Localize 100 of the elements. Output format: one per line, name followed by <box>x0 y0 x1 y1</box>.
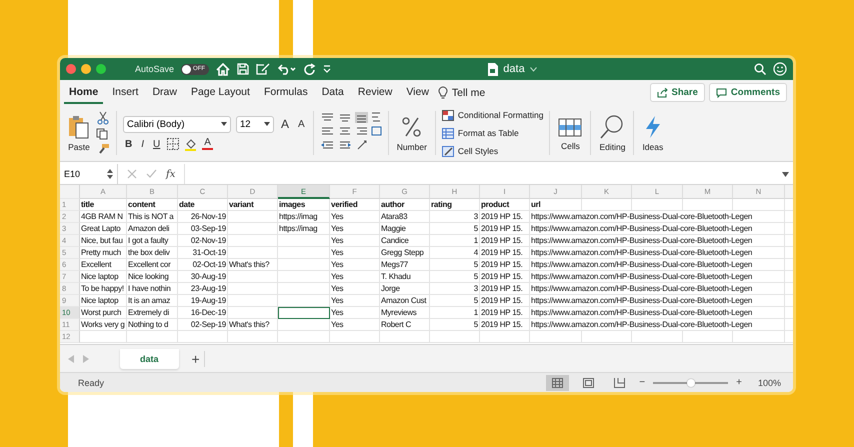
cells-button[interactable]: Cells <box>556 116 584 150</box>
caret-icon <box>264 122 270 126</box>
empty-cell <box>278 331 330 343</box>
ribbon-tab[interactable]: Formulas <box>258 82 313 104</box>
table-cell: Yes <box>330 319 380 331</box>
home-icon[interactable] <box>216 62 230 76</box>
cell-styles-button[interactable]: Cell Styles <box>442 144 498 158</box>
empty-cell <box>228 331 278 343</box>
edit-icon[interactable] <box>256 63 270 75</box>
table-cell: rating <box>430 199 480 211</box>
table-cell: 2019 HP 15. <box>480 319 530 331</box>
zoom-out-button[interactable]: − <box>639 377 646 388</box>
table-cell: Yes <box>330 235 380 247</box>
table-cell: Candice <box>380 235 430 247</box>
insert-function-button[interactable]: fx <box>166 168 176 180</box>
empty-cell <box>330 331 380 343</box>
italic-button[interactable]: I <box>139 138 146 150</box>
customize-icon[interactable] <box>323 64 332 74</box>
bold-button[interactable]: B <box>123 138 134 150</box>
page-icon <box>583 378 594 388</box>
table-cell: url <box>530 199 582 211</box>
paste-button[interactable]: Paste <box>66 114 92 152</box>
ribbon-tab[interactable]: Draw <box>147 82 182 104</box>
table-cell: 02-Sep-19 <box>178 319 228 331</box>
cells-icon <box>558 116 582 138</box>
table-cell: title <box>80 199 127 211</box>
fill-color-icon[interactable] <box>184 138 198 150</box>
table-cell: 2019 HP 15. <box>480 211 530 223</box>
add-sheet-button[interactable]: + <box>188 350 205 366</box>
table-cell: Yes <box>330 223 380 235</box>
table-cell: Megs77 <box>380 259 430 271</box>
empty-cell <box>683 331 733 343</box>
ribbon-tab[interactable]: Review <box>352 82 398 104</box>
ribbon-tab[interactable]: Page Layout <box>186 82 255 104</box>
font-size-field[interactable]: 12 <box>236 116 274 132</box>
table-cell: 30-Aug-19 <box>178 271 228 283</box>
ribbon-tab[interactable]: Data <box>316 82 349 104</box>
expand-caret-icon[interactable] <box>782 172 789 176</box>
save-icon[interactable] <box>237 63 250 75</box>
table-cell: author <box>380 199 430 211</box>
format-painter-icon[interactable] <box>96 143 110 155</box>
ribbon-tab[interactable]: Insert <box>107 82 144 104</box>
table-cell: Atara83 <box>380 211 430 223</box>
borders-icon[interactable] <box>167 138 180 150</box>
empty-cell <box>683 199 733 211</box>
table-cell: 2019 HP 15. <box>480 271 530 283</box>
empty-cell <box>278 283 330 295</box>
underline-button[interactable]: U <box>151 138 162 150</box>
sheet-tab[interactable]: data <box>120 348 179 368</box>
share-button[interactable]: Share <box>650 83 705 102</box>
table-cell: It is an amaz <box>127 295 178 307</box>
tell-me-field[interactable]: Tell me <box>452 86 486 98</box>
table-cell: https://www.amazon.com/HP-Business-Dual-core-Bluetooth-Legen <box>530 211 785 223</box>
checkmark-icon[interactable] <box>146 169 157 179</box>
zoom-level: 100% <box>758 378 781 388</box>
table-cell: 2019 HP 15. <box>480 223 530 235</box>
name-box[interactable]: E10 <box>60 164 118 184</box>
grid-icon <box>552 378 564 388</box>
empty-cell <box>380 331 430 343</box>
table-cell: This is NOT a <box>127 211 178 223</box>
font-name-field[interactable]: Calibri (Body) <box>123 116 231 132</box>
decrease-font-button[interactable]: A <box>296 118 307 130</box>
comments-button[interactable]: Comments <box>708 83 787 102</box>
table-cell: 2019 HP 15. <box>480 235 530 247</box>
caret-icon[interactable] <box>530 66 537 72</box>
copy-icon[interactable] <box>96 128 110 140</box>
table-cell: Nothing to d <box>127 319 178 331</box>
smiley-icon[interactable] <box>773 62 787 76</box>
normal-view-button[interactable] <box>546 374 570 390</box>
empty-cell <box>733 331 785 343</box>
empty-cell <box>530 331 582 343</box>
scissors-icon[interactable] <box>97 111 109 125</box>
number-format-button[interactable]: Number <box>394 114 429 152</box>
zoom-slider-thumb[interactable] <box>686 378 695 386</box>
minimize-button[interactable] <box>81 64 91 74</box>
format-as-table-button[interactable]: Format as Table <box>442 126 519 140</box>
undo-icon[interactable] <box>277 63 298 75</box>
table-cell: 02-Oct-19 <box>178 259 228 271</box>
table-cell: 2019 HP 15. <box>480 259 530 271</box>
table-cell: Yes <box>330 307 380 319</box>
conditional-formatting-button[interactable]: Conditional Formatting <box>442 108 544 122</box>
empty-cell <box>228 295 278 307</box>
increase-font-button[interactable]: A <box>279 117 292 131</box>
ideas-button[interactable]: Ideas <box>640 114 666 152</box>
editing-button[interactable]: Editing <box>597 114 628 152</box>
table-cell: Robert C <box>380 319 430 331</box>
search-icon[interactable] <box>754 63 766 75</box>
empty-cell <box>278 235 330 247</box>
font-color-button[interactable]: A <box>202 138 213 150</box>
table-cell: https://www.amazon.com/HP-Business-Dual-core-Bluetooth-Legen <box>530 319 785 331</box>
selected-cell[interactable] <box>278 307 330 319</box>
zoom-button[interactable] <box>96 64 106 74</box>
page-break-icon <box>614 378 626 388</box>
table-cell: Yes <box>330 283 380 295</box>
zoom-in-button[interactable]: + <box>736 377 742 388</box>
redo-icon[interactable] <box>304 63 316 75</box>
ribbon-tab[interactable]: View <box>401 82 434 104</box>
table-icon <box>442 128 454 138</box>
table-cell: 5 <box>430 259 480 271</box>
table-cell: I have nothin <box>127 283 178 295</box>
